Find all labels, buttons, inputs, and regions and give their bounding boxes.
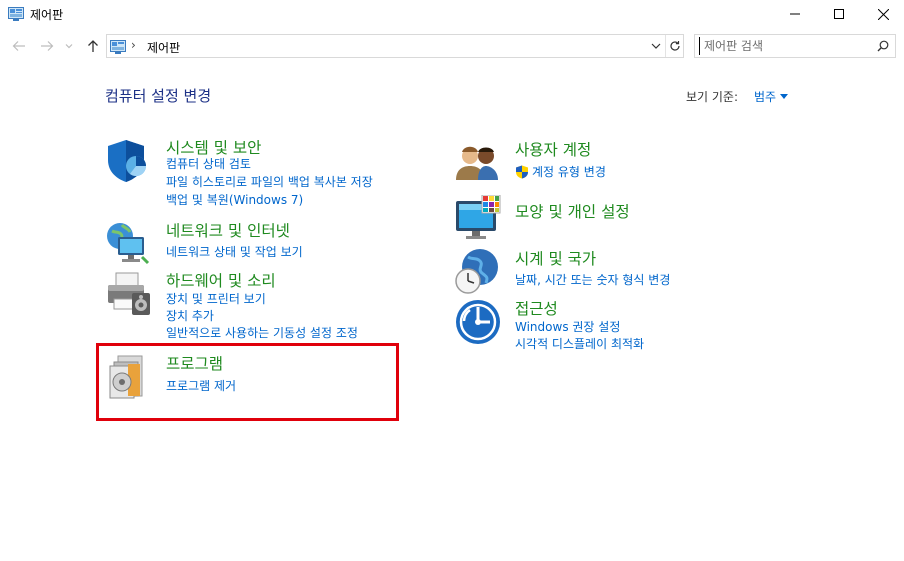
monitor-icon[interactable] <box>454 194 502 243</box>
minimize-icon <box>790 13 800 15</box>
link-change-account-type-label[interactable]: 계정 유형 변경 <box>532 163 606 180</box>
caret-down-icon <box>780 94 789 99</box>
navigation-bar: › 제어판 <box>0 32 904 60</box>
arrow-up-icon <box>88 40 98 52</box>
link-change-account-type[interactable]: 계정 유형 변경 <box>515 163 606 180</box>
chevron-down-icon <box>65 44 73 49</box>
refresh-icon <box>669 41 680 51</box>
close-icon <box>877 8 889 20</box>
arrow-right-icon <box>41 41 54 51</box>
category-clock-region: 시계 및 국가 날짜, 시간 또는 숫자 형식 변경 <box>454 247 754 295</box>
category-title-clock-region[interactable]: 시계 및 국가 <box>515 247 596 269</box>
maximize-icon <box>834 9 844 19</box>
category-user-accounts: 사용자 계정 계정 유형 변경 <box>454 138 754 186</box>
recent-locations-button[interactable] <box>62 36 76 56</box>
minimize-button[interactable] <box>772 0 818 28</box>
search-box[interactable] <box>694 34 896 58</box>
arrow-left-icon <box>12 41 25 51</box>
link-review-computer-status[interactable]: 컴퓨터 상태 검토 <box>166 155 251 172</box>
shield-icon[interactable] <box>104 136 152 184</box>
refresh-button[interactable] <box>665 35 683 57</box>
page-title: 컴퓨터 설정 변경 <box>105 87 212 105</box>
category-appearance-personalization: 모양 및 개인 설정 <box>454 194 754 243</box>
category-title-appearance-personalization[interactable]: 모양 및 개인 설정 <box>515 200 630 222</box>
link-date-time-format[interactable]: 날짜, 시간 또는 숫자 형식 변경 <box>515 271 670 288</box>
accessibility-icon[interactable] <box>454 297 502 345</box>
link-file-history-backup[interactable]: 파일 히스토리로 파일의 백업 복사본 저장 <box>166 173 373 190</box>
view-by-dropdown[interactable]: 범주 <box>754 88 789 105</box>
category-title-ease-of-access[interactable]: 접근성 <box>515 297 558 319</box>
address-dropdown-button[interactable] <box>647 35 665 57</box>
forward-button[interactable] <box>36 36 58 56</box>
close-button[interactable] <box>860 0 904 28</box>
address-bar[interactable]: › 제어판 <box>106 34 684 58</box>
users-icon[interactable] <box>454 138 502 186</box>
search-icon <box>877 40 889 52</box>
category-hardware-sound: 하드웨어 및 소리 장치 및 프린터 보기 장치 추가 일반적으로 사용하는 기… <box>104 269 404 341</box>
clock-globe-icon[interactable] <box>454 247 502 295</box>
highlight-box <box>96 343 399 421</box>
back-button[interactable] <box>8 36 30 56</box>
search-button[interactable] <box>873 37 893 55</box>
link-backup-restore[interactable]: 백업 및 복원(Windows 7) <box>166 191 303 208</box>
link-recommended-settings[interactable]: Windows 권장 설정 <box>515 318 620 335</box>
search-input[interactable] <box>699 37 869 55</box>
control-panel-icon <box>110 39 126 54</box>
category-title-user-accounts[interactable]: 사용자 계정 <box>515 138 591 160</box>
link-mobility-settings[interactable]: 일반적으로 사용하는 기동성 설정 조정 <box>166 324 358 341</box>
link-devices-printers[interactable]: 장치 및 프린터 보기 <box>166 290 266 307</box>
category-title-hardware-sound[interactable]: 하드웨어 및 소리 <box>166 269 276 291</box>
breadcrumb-separator-icon[interactable]: › <box>131 38 136 52</box>
chevron-down-icon <box>651 43 661 49</box>
category-network-internet: 네트워크 및 인터넷 네트워크 상태 및 작업 보기 <box>104 219 404 265</box>
view-by-label: 보기 기준: <box>686 90 739 104</box>
link-network-status[interactable]: 네트워크 상태 및 작업 보기 <box>166 243 303 260</box>
window-title: 제어판 <box>30 8 64 22</box>
link-optimize-display[interactable]: 시각적 디스플레이 최적화 <box>515 335 644 352</box>
up-button[interactable] <box>82 36 104 56</box>
category-title-network-internet[interactable]: 네트워크 및 인터넷 <box>166 219 290 241</box>
printer-icon[interactable] <box>104 269 152 317</box>
title-bar: 제어판 <box>0 0 904 28</box>
uac-shield-icon <box>516 165 528 178</box>
link-add-device[interactable]: 장치 추가 <box>166 307 214 324</box>
maximize-button[interactable] <box>816 0 862 28</box>
control-panel-icon <box>8 6 24 21</box>
breadcrumb[interactable]: 제어판 <box>147 39 180 56</box>
view-by-value[interactable]: 범주 <box>754 88 776 105</box>
network-icon[interactable] <box>104 219 152 267</box>
category-system-security: 시스템 및 보안 컴퓨터 상태 검토 파일 히스토리로 파일의 백업 복사본 저… <box>104 136 404 208</box>
category-ease-of-access: 접근성 Windows 권장 설정 시각적 디스플레이 최적화 <box>454 297 754 352</box>
